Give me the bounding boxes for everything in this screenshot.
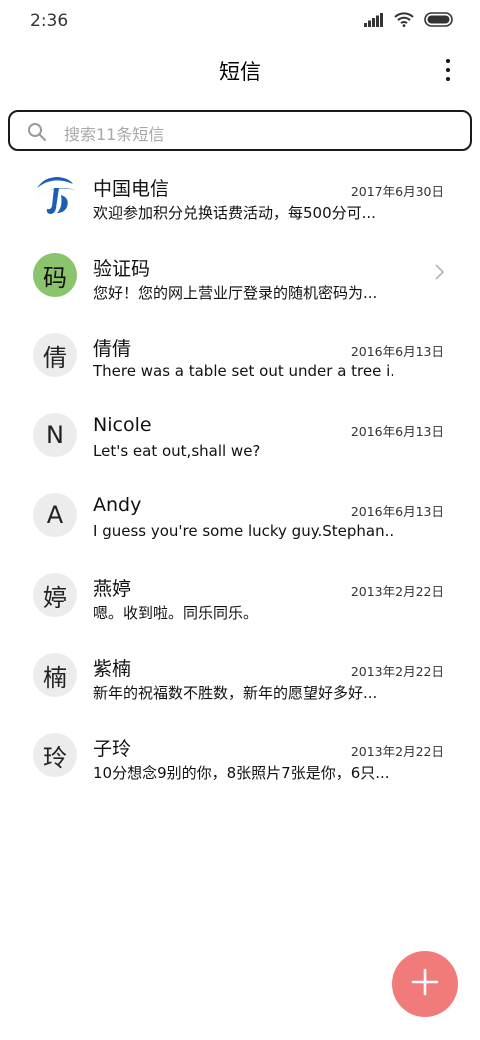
new-message-button[interactable]	[392, 951, 458, 1017]
chevron-right-icon	[435, 264, 445, 284]
avatar: 楠	[33, 653, 77, 697]
conversation-preview: 您好！您的网上营业厅登录的随机密码为...	[93, 284, 378, 302]
page-title: 短信	[219, 60, 261, 84]
search-input[interactable]: 搜索11条短信	[8, 110, 472, 151]
conversation-list: 中国电信 2017年6月30日 欢迎参加积分兑换话费活动，每500分可... 码…	[0, 150, 480, 790]
conversation-item[interactable]: A Andy 2016年6月13日 I guess you're some lu…	[0, 470, 480, 550]
search-placeholder: 搜索11条短信	[64, 125, 165, 144]
conversation-preview: 嗯。收到啦。同乐同乐。	[93, 604, 259, 622]
signal-icon	[364, 12, 384, 31]
status-bar: 2:36	[0, 0, 480, 44]
conversation-name: 子玲	[93, 738, 132, 760]
avatar: A	[33, 493, 77, 537]
conversation-date: 2013年2月22日	[350, 744, 444, 759]
more-dot-icon	[446, 59, 450, 63]
conversation-date: 2013年2月22日	[350, 584, 444, 599]
conversation-preview: Let's eat out,shall we?	[93, 442, 261, 460]
conversation-date: 2017年6月30日	[350, 184, 444, 199]
conversation-name: 倩倩	[93, 338, 132, 360]
conversation-name: 中国电信	[93, 178, 170, 200]
more-dot-icon	[446, 68, 450, 72]
app-header: 短信	[0, 44, 480, 100]
conversation-date: 2016年6月13日	[350, 424, 444, 439]
conversation-item[interactable]: 楠 紫楠 2013年2月22日 新年的祝福数不胜数，新年的愿望好多好...	[0, 630, 480, 710]
avatar: 婷	[33, 573, 77, 617]
conversation-name: 紫楠	[93, 658, 132, 680]
more-options-button[interactable]	[440, 56, 456, 84]
plus-icon	[411, 968, 439, 1000]
conversation-item[interactable]: N Nicole 2016年6月13日 Let's eat out,shall …	[0, 390, 480, 470]
china-telecom-logo-icon	[33, 173, 77, 217]
avatar: 倩	[33, 333, 77, 377]
status-time: 2:36	[30, 11, 69, 31]
more-dot-icon	[446, 77, 450, 81]
conversation-name: Nicole	[93, 414, 152, 436]
wifi-icon	[394, 12, 414, 31]
avatar: 玲	[33, 733, 77, 777]
battery-icon	[424, 12, 454, 31]
avatar: 码	[33, 253, 77, 297]
conversation-item[interactable]: 倩 倩倩 2016年6月13日 There was a table set ou…	[0, 310, 480, 390]
status-icons	[364, 12, 454, 31]
conversation-item[interactable]: 婷 燕婷 2013年2月22日 嗯。收到啦。同乐同乐。	[0, 550, 480, 630]
search-icon	[27, 122, 47, 146]
conversation-preview: I guess you're some lucky guy.Stephan...	[93, 522, 393, 540]
conversation-preview: 欢迎参加积分兑换话费活动，每500分可...	[93, 204, 376, 222]
conversation-preview: 10分想念9别的你，8张照片7张是你，6只...	[93, 764, 390, 782]
conversation-name: Andy	[93, 494, 142, 516]
conversation-preview: 新年的祝福数不胜数，新年的愿望好多好...	[93, 684, 378, 702]
conversation-name: 验证码	[93, 258, 151, 280]
conversation-preview: There was a table set out under a tree i…	[93, 362, 393, 380]
conversation-date: 2016年6月13日	[350, 504, 444, 519]
conversation-date: 2013年2月22日	[350, 664, 444, 679]
conversation-item[interactable]: 中国电信 2017年6月30日 欢迎参加积分兑换话费活动，每500分可...	[0, 150, 480, 230]
conversation-item[interactable]: 码 验证码 您好！您的网上营业厅登录的随机密码为...	[0, 230, 480, 310]
conversation-date: 2016年6月13日	[350, 344, 444, 359]
avatar: N	[33, 413, 77, 457]
conversation-name: 燕婷	[93, 578, 132, 600]
conversation-item[interactable]: 玲 子玲 2013年2月22日 10分想念9别的你，8张照片7张是你，6只...	[0, 710, 480, 790]
